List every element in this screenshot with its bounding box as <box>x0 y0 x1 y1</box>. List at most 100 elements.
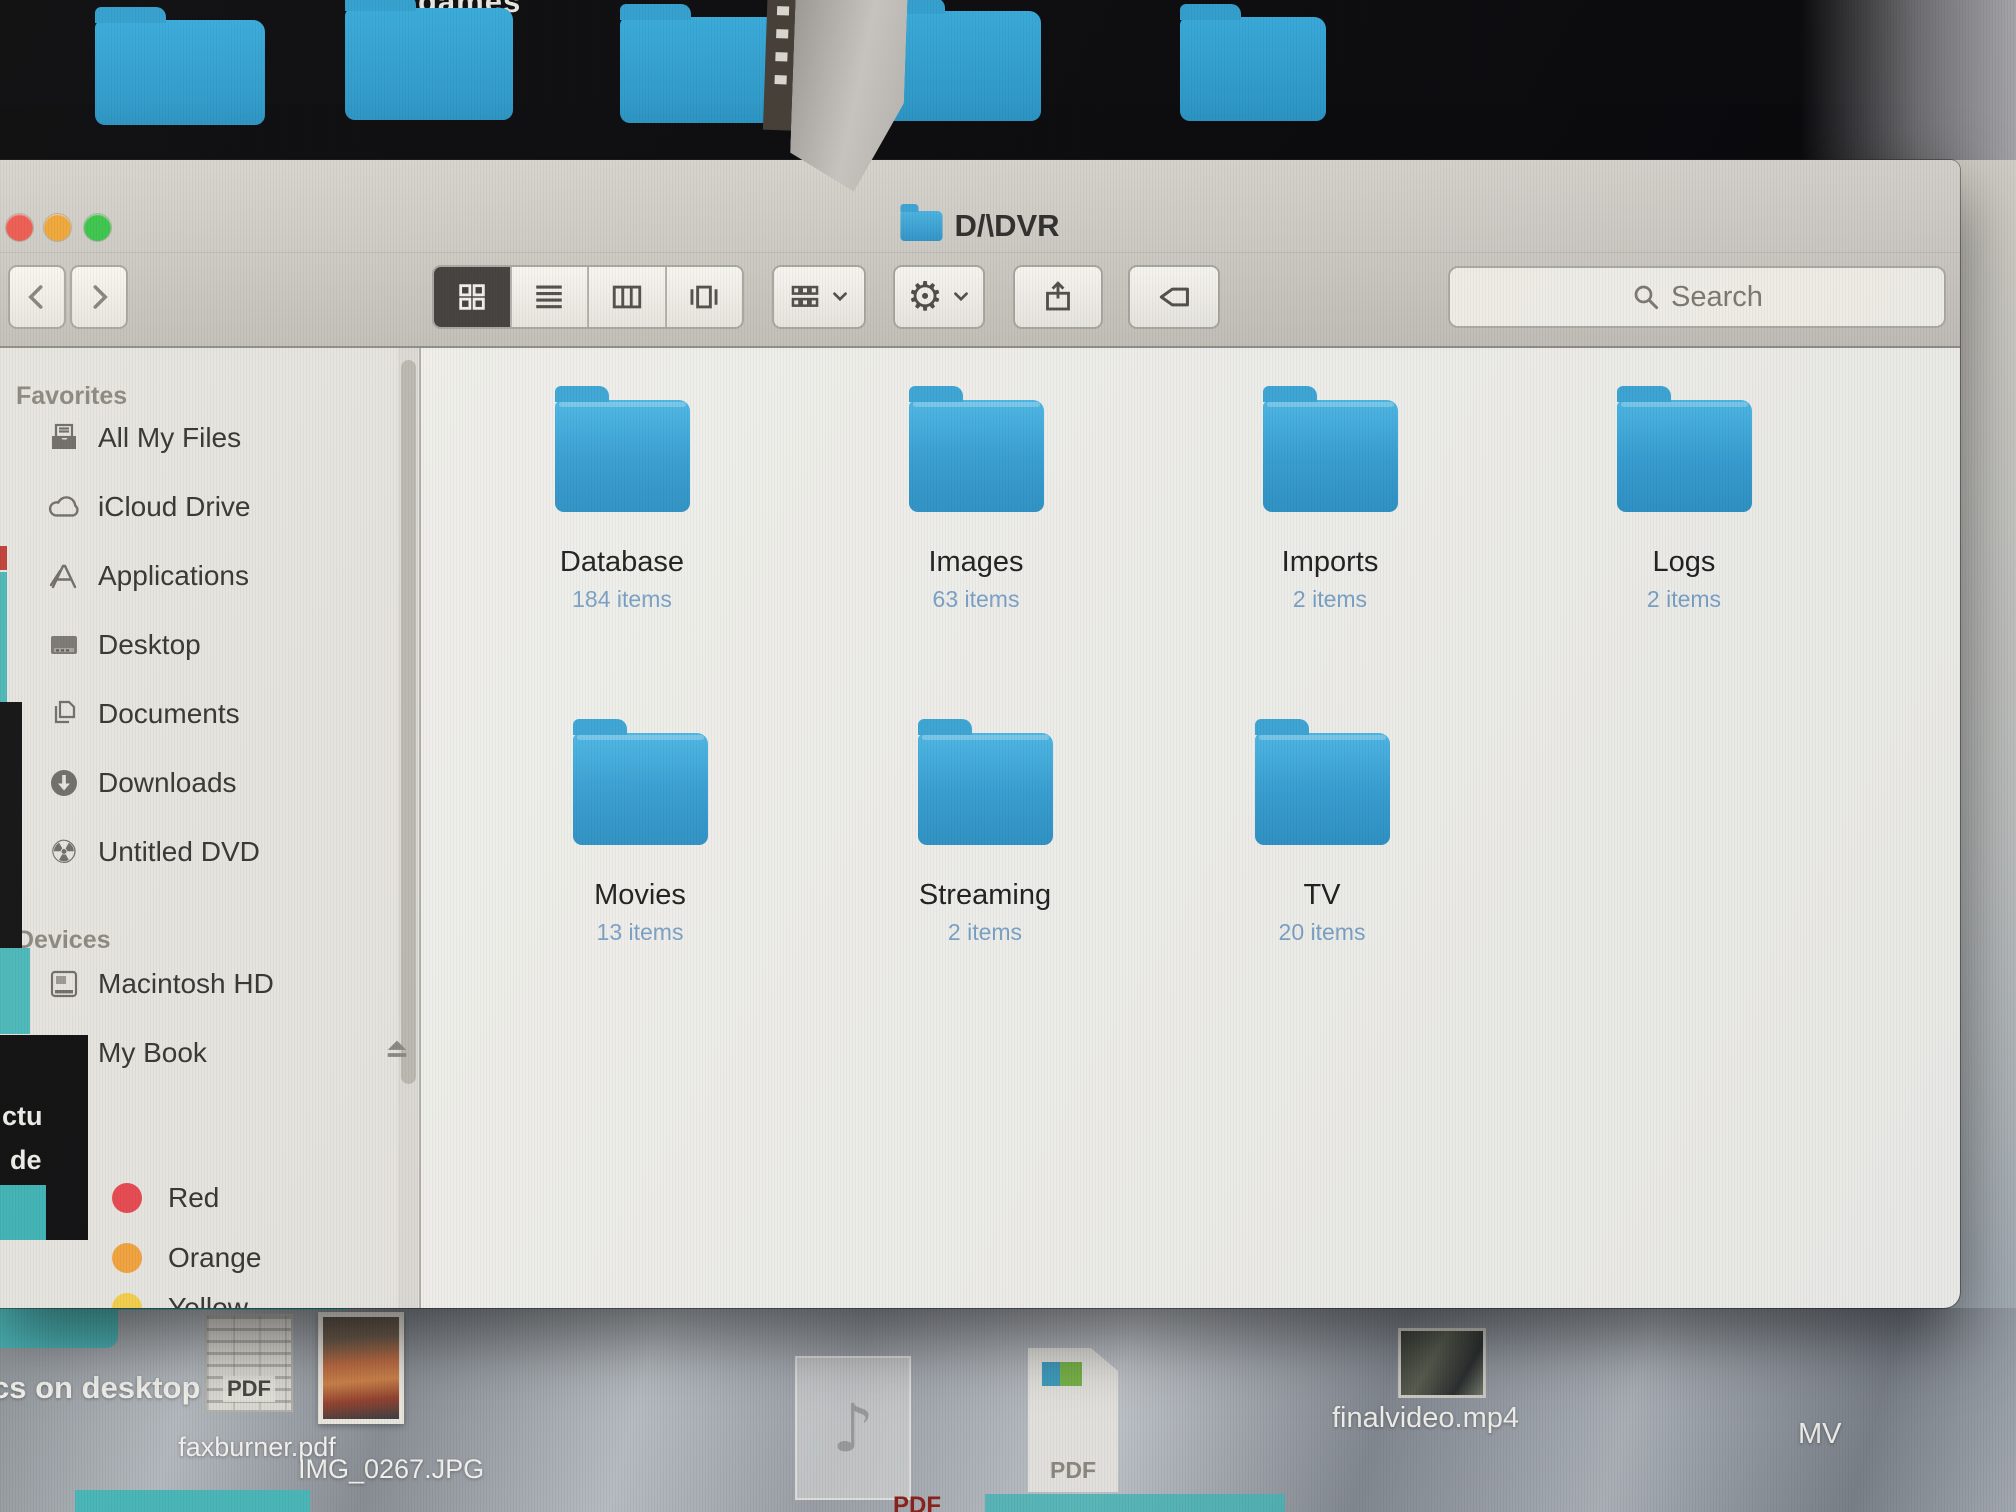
finder-window: D/\DVR <box>0 160 1960 1308</box>
foreground-clip-object <box>748 0 911 207</box>
documents-icon <box>44 696 84 732</box>
file-label-img-0267: IMG_0267.JPG <box>298 1454 484 1485</box>
desktop-bottom: cs on desktop PDF faxburner.pdf IMG_0267… <box>0 1308 2016 1512</box>
column-view-icon <box>610 280 644 314</box>
video-file-thumbnail[interactable] <box>1398 1328 1486 1398</box>
desktop-folder-partial[interactable] <box>75 1490 310 1512</box>
desktop-folder-partial <box>110 1308 348 1310</box>
red-tag-dot <box>112 1183 142 1213</box>
minimize-button[interactable] <box>44 214 71 241</box>
desktop-sliver <box>0 948 30 1034</box>
column-view-button[interactable] <box>589 267 667 327</box>
arrange-grid-icon <box>788 280 822 314</box>
music-note-icon: ♪ <box>832 1390 874 1467</box>
folder-icon <box>1263 400 1398 512</box>
folder-item-imports[interactable]: Imports 2 items <box>1190 384 1470 613</box>
hard-drive-icon <box>44 966 84 1002</box>
folder-item-streaming[interactable]: Streaming 2 items <box>845 717 1125 946</box>
pdf-file-icon[interactable]: PDF <box>205 1314 293 1412</box>
folder-item-database[interactable]: Database 184 items <box>482 384 762 613</box>
burn-disc-icon: ☢ <box>44 834 84 870</box>
chevron-left-icon <box>22 282 52 312</box>
desktop-folder-partial[interactable] <box>985 1494 1285 1512</box>
sidebar-divider <box>419 348 421 1308</box>
tag-button[interactable] <box>1128 265 1220 329</box>
folder-icon <box>1255 733 1390 845</box>
folder-item-movies[interactable]: Movies 13 items <box>500 717 780 946</box>
arrange-button[interactable] <box>772 265 866 329</box>
sidebar-item-untitled-dvd[interactable]: ☢ Untitled DVD <box>44 830 260 874</box>
applications-icon <box>44 558 84 594</box>
desktop-wallpaper-strip <box>1952 160 2016 1308</box>
zoom-button[interactable] <box>84 214 111 241</box>
folder-item-logs[interactable]: Logs 2 items <box>1544 384 1824 613</box>
image-file-thumbnail[interactable] <box>318 1312 404 1424</box>
desktop-sliver <box>0 572 7 702</box>
close-button[interactable] <box>6 214 33 241</box>
search-placeholder: Search <box>1671 281 1763 314</box>
sidebar-scrollbar-thumb[interactable] <box>401 360 416 1084</box>
folder-icon <box>555 400 690 512</box>
forward-button[interactable] <box>70 265 128 329</box>
screen-bezel-edge <box>1800 0 2016 160</box>
sidebar-item-tag-orange[interactable]: Orange <box>112 1238 261 1278</box>
folder-item-tv[interactable]: TV 20 items <box>1182 717 1462 946</box>
view-mode-segmented-control <box>432 265 744 329</box>
sidebar-item-tag-red[interactable]: Red <box>112 1178 219 1218</box>
window-title-text: D/\DVR <box>954 208 1059 244</box>
folder-proxy-icon[interactable] <box>900 211 942 241</box>
eject-button[interactable] <box>382 1036 412 1062</box>
desktop-sliver <box>0 546 7 570</box>
desktop-sliver <box>0 702 22 948</box>
photographed-screen: games D/\DVR <box>0 0 2016 1512</box>
desktop-sliver: ctu de <box>0 1035 88 1240</box>
sidebar-item-icloud-drive[interactable]: iCloud Drive <box>44 485 251 529</box>
clip-bar <box>789 0 908 202</box>
list-view-icon <box>532 280 566 314</box>
folder-item-images[interactable]: Images 63 items <box>836 384 1116 613</box>
sidebar-section-favorites: Favorites <box>16 382 127 411</box>
orange-tag-dot <box>112 1243 142 1273</box>
yellow-tag-dot <box>112 1293 142 1308</box>
search-input[interactable]: Search <box>1448 266 1946 328</box>
coverflow-view-icon <box>687 280 721 314</box>
share-icon <box>1040 279 1076 315</box>
sidebar-section-devices: Devices <box>16 926 111 955</box>
desktop-folder-icon[interactable] <box>95 20 265 125</box>
desktop-top-strip: games <box>0 0 2016 160</box>
sidebar-item-applications[interactable]: Applications <box>44 554 249 598</box>
downloads-icon <box>44 765 84 801</box>
sidebar-item-desktop[interactable]: Desktop <box>44 623 201 667</box>
all-my-files-icon <box>44 420 84 456</box>
desktop-sliver <box>0 1185 46 1240</box>
back-button[interactable] <box>8 265 66 329</box>
sidebar-item-all-my-files[interactable]: All My Files <box>44 416 241 460</box>
sidebar-item-documents[interactable]: Documents <box>44 692 240 736</box>
audio-file-icon[interactable]: ♪ <box>795 1356 911 1500</box>
list-view-button[interactable] <box>512 267 590 327</box>
desktop-folder-icon[interactable] <box>345 8 513 120</box>
folder-icon <box>909 400 1044 512</box>
tag-icon <box>1155 278 1193 316</box>
coverflow-view-button[interactable] <box>667 267 743 327</box>
pdf-badge: PDF <box>1050 1457 1096 1484</box>
chevron-down-icon <box>830 287 850 307</box>
sidebar-item-tag-yellow[interactable]: Yellow <box>112 1288 248 1308</box>
pdf-document-icon[interactable]: PDF <box>1028 1348 1118 1492</box>
cut-off-desktop-label: cs on desktop <box>0 1370 200 1406</box>
icon-view-button[interactable] <box>434 267 512 327</box>
sidebar-item-downloads[interactable]: Downloads <box>44 761 237 805</box>
action-menu-button[interactable]: ⚙ <box>893 265 985 329</box>
sidebar-item-macintosh-hd[interactable]: Macintosh HD <box>44 962 274 1006</box>
desktop-folder-partial[interactable] <box>0 1308 118 1348</box>
magnifier-icon <box>1631 282 1661 312</box>
cut-off-pdf-label: PDF <box>893 1492 941 1512</box>
icon-view-icon <box>455 280 489 314</box>
icloud-icon <box>44 489 84 525</box>
share-button[interactable] <box>1013 265 1103 329</box>
folder-icon <box>1617 400 1752 512</box>
desktop-folder-icon[interactable] <box>1180 17 1326 121</box>
cut-off-desktop-label: ctu <box>2 1101 43 1132</box>
folder-icon <box>918 733 1053 845</box>
cut-off-desktop-label: de <box>10 1145 42 1176</box>
